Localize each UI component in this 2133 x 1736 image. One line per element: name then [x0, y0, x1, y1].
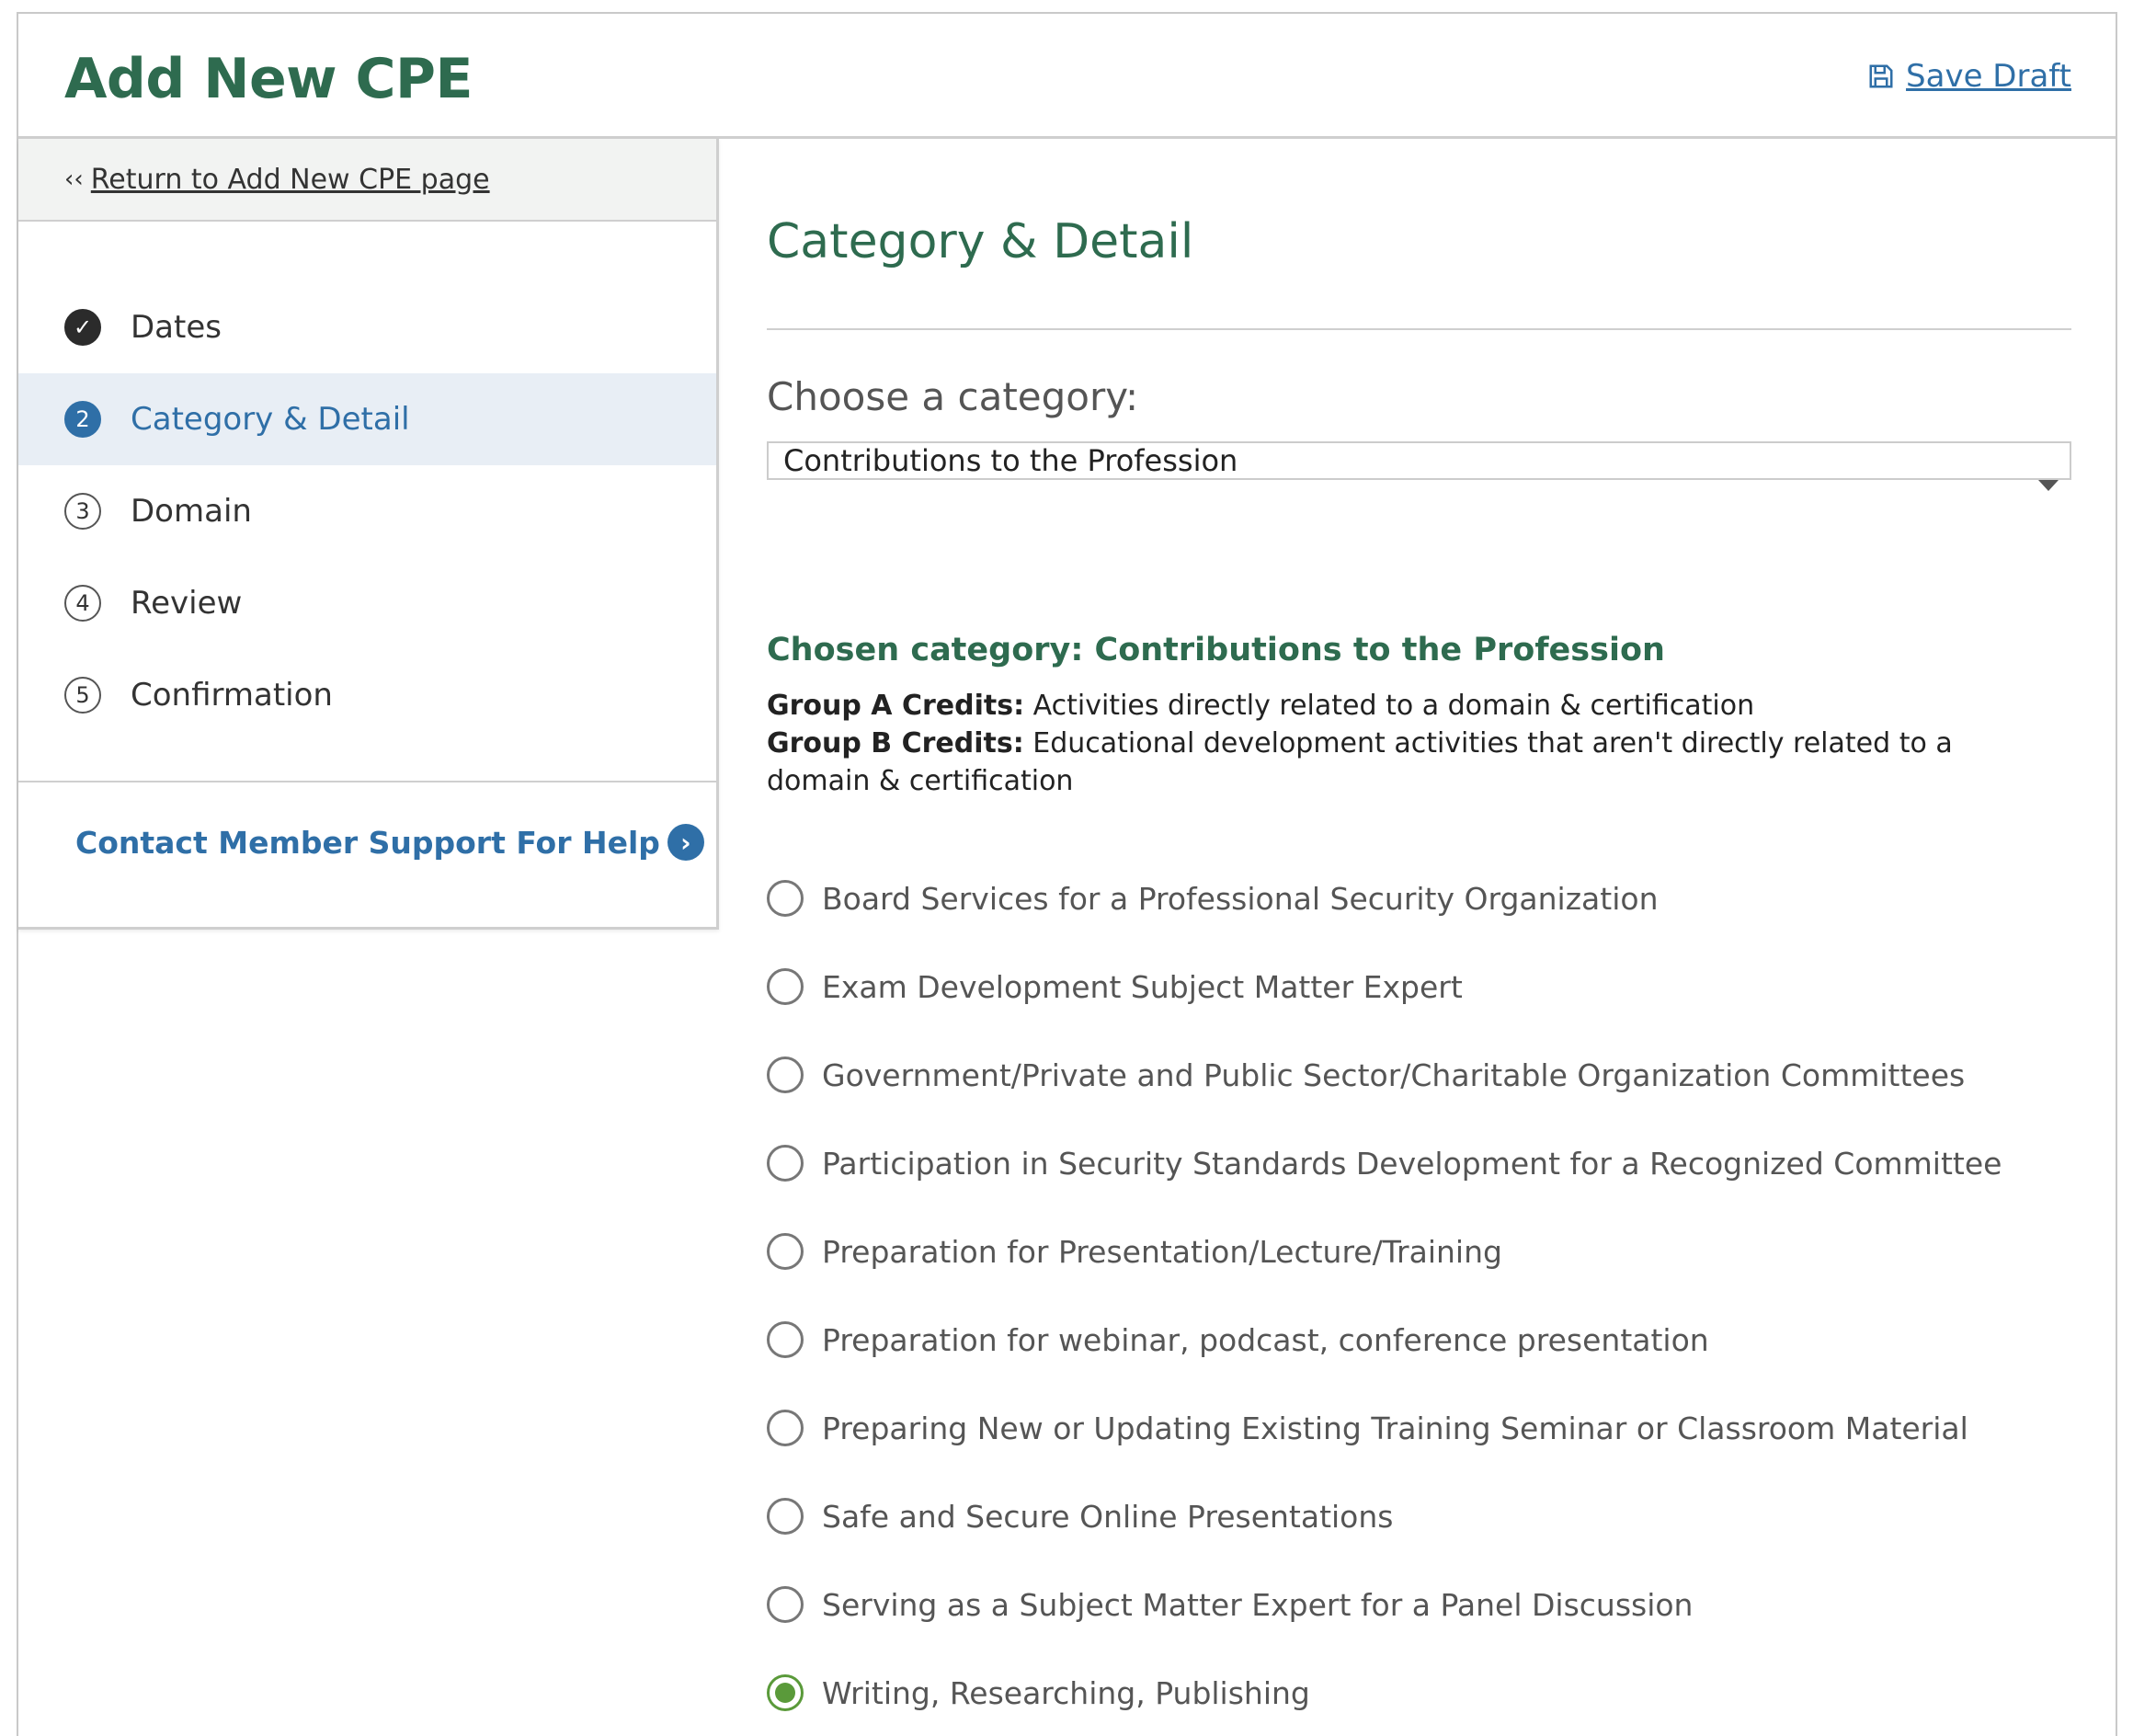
step-review[interactable]: 4 Review [18, 557, 716, 649]
section-title: Category & Detail [767, 214, 1194, 269]
radio-button[interactable] [767, 1410, 804, 1446]
step-number-badge: 4 [64, 585, 101, 622]
radio-label: Preparation for webinar, podcast, confer… [822, 1321, 1709, 1358]
radio-option[interactable]: Government/Private and Public Sector/Cha… [767, 1031, 2002, 1119]
radio-label: Preparation for Presentation/Lecture/Tra… [822, 1233, 1502, 1270]
step-label: Dates [131, 309, 222, 346]
radio-option[interactable]: Serving as a Subject Matter Expert for a… [767, 1560, 2002, 1649]
radio-button[interactable] [767, 880, 804, 917]
radio-button[interactable] [767, 1145, 804, 1182]
step-label: Category & Detail [131, 401, 410, 438]
group-b-label: Group B Credits: [767, 727, 1024, 760]
save-draft-label[interactable]: Save Draft [1906, 58, 2071, 95]
section-divider [767, 328, 2071, 330]
radio-button[interactable] [767, 1056, 804, 1093]
step-confirmation[interactable]: 5 Confirmation [18, 649, 716, 741]
caret-down-icon [2038, 480, 2059, 491]
radio-option[interactable]: Participation in Security Standards Deve… [767, 1119, 2002, 1207]
app-frame: Add New CPE Save Draft ‹‹ Return to Add … [17, 12, 2117, 1736]
page-header: Add New CPE Save Draft [18, 14, 2116, 139]
page-title: Add New CPE [64, 47, 473, 111]
return-bar: ‹‹ Return to Add New CPE page [18, 139, 716, 222]
step-label: Domain [131, 493, 252, 530]
double-chevron-left-icon: ‹‹ [64, 166, 84, 193]
subcategory-radio-group: Board Services for a Professional Securi… [767, 854, 2002, 1736]
step-category-detail[interactable]: 2 Category & Detail [18, 373, 716, 465]
radio-button[interactable] [767, 1498, 804, 1535]
save-draft-link[interactable]: Save Draft [1867, 58, 2071, 95]
sidebar-divider [18, 781, 716, 782]
support-label[interactable]: Contact Member Support For Help [75, 825, 660, 861]
step-number-badge: 3 [64, 493, 101, 530]
main-content: Category & Detail Choose a category: Con… [719, 139, 2116, 1736]
radio-option[interactable]: Exam Development Subject Matter Expert [767, 942, 2002, 1031]
group-a-label: Group A Credits: [767, 690, 1025, 722]
step-dates[interactable]: ✓ Dates [18, 281, 716, 373]
radio-button[interactable] [767, 968, 804, 1005]
step-number-badge: 5 [64, 677, 101, 714]
step-list: ✓ Dates 2 Category & Detail 3 Domain 4 R… [18, 281, 716, 741]
radio-button[interactable] [767, 1586, 804, 1623]
radio-button[interactable] [767, 1321, 804, 1358]
return-link[interactable]: Return to Add New CPE page [91, 164, 490, 196]
checkmark-icon: ✓ [64, 309, 101, 346]
radio-option[interactable]: Preparing New or Updating Existing Train… [767, 1384, 2002, 1472]
group-b-line: Group B Credits: Educational development… [767, 725, 1962, 800]
floppy-disk-icon [1869, 64, 1893, 88]
chevron-right-icon: › [667, 824, 704, 861]
radio-label: Writing, Researching, Publishing [822, 1674, 1310, 1711]
contact-support-link[interactable]: Contact Member Support For Help › [75, 824, 704, 861]
group-a-text: Activities directly related to a domain … [1032, 690, 1755, 722]
credit-groups-description: Group A Credits: Activities directly rel… [767, 687, 1962, 800]
chosen-category-heading: Chosen category: Contributions to the Pr… [767, 632, 1665, 668]
radio-label: Government/Private and Public Sector/Cha… [822, 1056, 1966, 1093]
step-domain[interactable]: 3 Domain [18, 465, 716, 557]
step-label: Confirmation [131, 677, 333, 714]
radio-label: Participation in Security Standards Deve… [822, 1145, 2002, 1182]
radio-option[interactable]: Preparation for webinar, podcast, confer… [767, 1296, 2002, 1384]
radio-label: Board Services for a Professional Securi… [822, 880, 1659, 917]
radio-option[interactable]: Safe and Secure Online Presentations [767, 1472, 2002, 1560]
radio-label: Preparing New or Updating Existing Train… [822, 1410, 1968, 1446]
radio-option[interactable]: Preparation for Presentation/Lecture/Tra… [767, 1207, 2002, 1296]
radio-label: Exam Development Subject Matter Expert [822, 968, 1463, 1005]
radio-option[interactable]: Board Services for a Professional Securi… [767, 854, 2002, 942]
radio-button[interactable] [767, 1674, 804, 1711]
step-number-badge: 2 [64, 401, 101, 438]
step-label: Review [131, 585, 243, 622]
radio-label: Safe and Secure Online Presentations [822, 1498, 1394, 1535]
group-a-line: Group A Credits: Activities directly rel… [767, 687, 1962, 725]
radio-option-selected[interactable]: Writing, Researching, Publishing [767, 1649, 2002, 1736]
category-select[interactable]: Contributions to the Profession [767, 441, 2071, 491]
radio-label: Serving as a Subject Matter Expert for a… [822, 1586, 1694, 1623]
radio-button[interactable] [767, 1233, 804, 1270]
sidebar: ‹‹ Return to Add New CPE page ✓ Dates 2 … [18, 139, 719, 930]
category-select-value: Contributions to the Profession [783, 443, 1238, 478]
category-select-label: Choose a category: [767, 374, 1139, 419]
